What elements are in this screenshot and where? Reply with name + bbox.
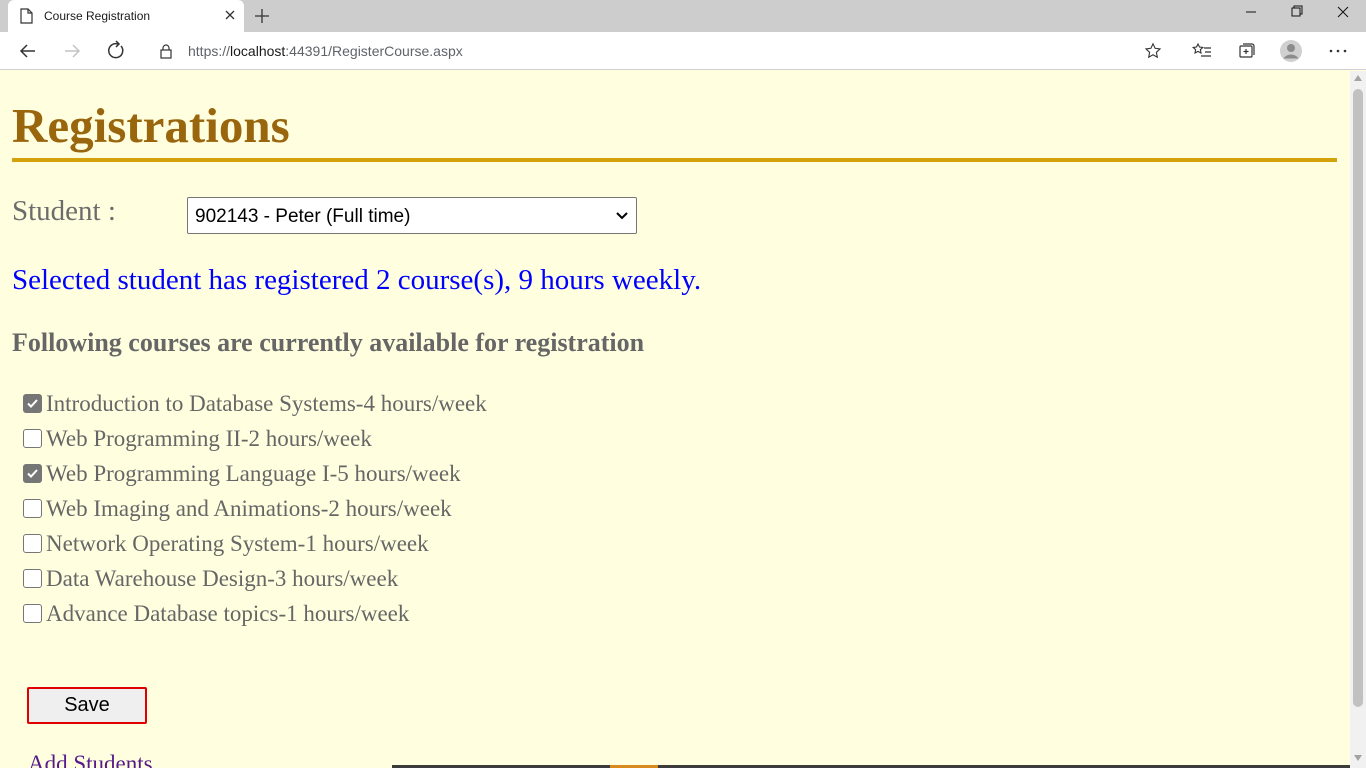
- url-text[interactable]: https://localhost:44391/RegisterCourse.a…: [188, 43, 463, 59]
- page-content: Registrations Student : 902143 - Peter (…: [0, 71, 1350, 768]
- checkmark-icon: [27, 469, 38, 478]
- profile-avatar-icon[interactable]: [1279, 39, 1303, 63]
- save-button[interactable]: Save: [27, 687, 147, 724]
- close-window-icon[interactable]: [1320, 0, 1366, 28]
- course-label[interactable]: Network Operating System-1 hours/week: [46, 531, 429, 556]
- title-divider: [12, 158, 1337, 162]
- course-label[interactable]: Web Imaging and Animations-2 hours/week: [46, 496, 452, 521]
- minimize-icon[interactable]: [1228, 0, 1274, 28]
- address-bar[interactable]: https://localhost:44391/RegisterCourse.a…: [144, 35, 1176, 67]
- page-icon: [20, 8, 33, 24]
- course-label[interactable]: Advance Database topics-1 hours/week: [46, 601, 409, 626]
- refresh-icon[interactable]: [104, 39, 128, 63]
- browser-tab-strip: Course Registration: [0, 0, 1366, 32]
- student-select[interactable]: 902143 - Peter (Full time): [187, 197, 637, 234]
- favorite-star-icon[interactable]: [1144, 42, 1162, 60]
- courses-heading: Following courses are currently availabl…: [12, 328, 645, 357]
- scroll-up-arrow-icon[interactable]: [1354, 75, 1362, 81]
- lock-icon[interactable]: [158, 43, 174, 59]
- student-label: Student :: [12, 195, 116, 227]
- collections-icon[interactable]: [1234, 39, 1258, 63]
- course-checkbox[interactable]: [23, 569, 42, 588]
- back-arrow-icon[interactable]: [16, 39, 40, 63]
- course-label[interactable]: Web Programming II-2 hours/week: [46, 426, 372, 451]
- vertical-scrollbar[interactable]: [1350, 71, 1366, 768]
- course-checkbox[interactable]: [23, 534, 42, 553]
- course-checkbox[interactable]: [23, 429, 42, 448]
- course-checkbox[interactable]: [23, 604, 42, 623]
- checkmark-icon: [27, 399, 38, 408]
- browser-tab[interactable]: Course Registration: [8, 0, 244, 32]
- page-title: Registrations: [12, 98, 290, 153]
- course-label[interactable]: Web Programming Language I-5 hours/week: [46, 461, 461, 486]
- close-tab-icon[interactable]: [222, 7, 238, 23]
- new-tab-icon[interactable]: [252, 6, 272, 26]
- registration-summary: Selected student has registered 2 course…: [12, 264, 702, 296]
- scrollbar-thumb[interactable]: [1353, 89, 1363, 707]
- course-label[interactable]: Introduction to Database Systems-4 hours…: [46, 391, 487, 416]
- add-students-link[interactable]: Add Students: [28, 751, 153, 768]
- forward-arrow-icon[interactable]: [60, 39, 84, 63]
- more-options-icon[interactable]: [1326, 39, 1350, 63]
- student-select-value: 902143 - Peter (Full time): [195, 206, 411, 227]
- course-label[interactable]: Data Warehouse Design-3 hours/week: [46, 566, 398, 591]
- chevron-down-icon: [616, 212, 628, 220]
- url-host: localhost: [230, 43, 286, 59]
- url-path: :44391/RegisterCourse.aspx: [285, 43, 463, 59]
- course-checkbox[interactable]: [23, 464, 42, 483]
- browser-toolbar: https://localhost:44391/RegisterCourse.a…: [0, 32, 1366, 70]
- course-checkbox[interactable]: [23, 394, 42, 413]
- favorites-icon[interactable]: [1190, 39, 1214, 63]
- url-scheme: https://: [188, 43, 231, 59]
- scroll-down-arrow-icon[interactable]: [1354, 755, 1362, 761]
- tab-title: Course Registration: [44, 9, 151, 23]
- course-checkbox[interactable]: [23, 499, 42, 518]
- restore-icon[interactable]: [1274, 0, 1320, 28]
